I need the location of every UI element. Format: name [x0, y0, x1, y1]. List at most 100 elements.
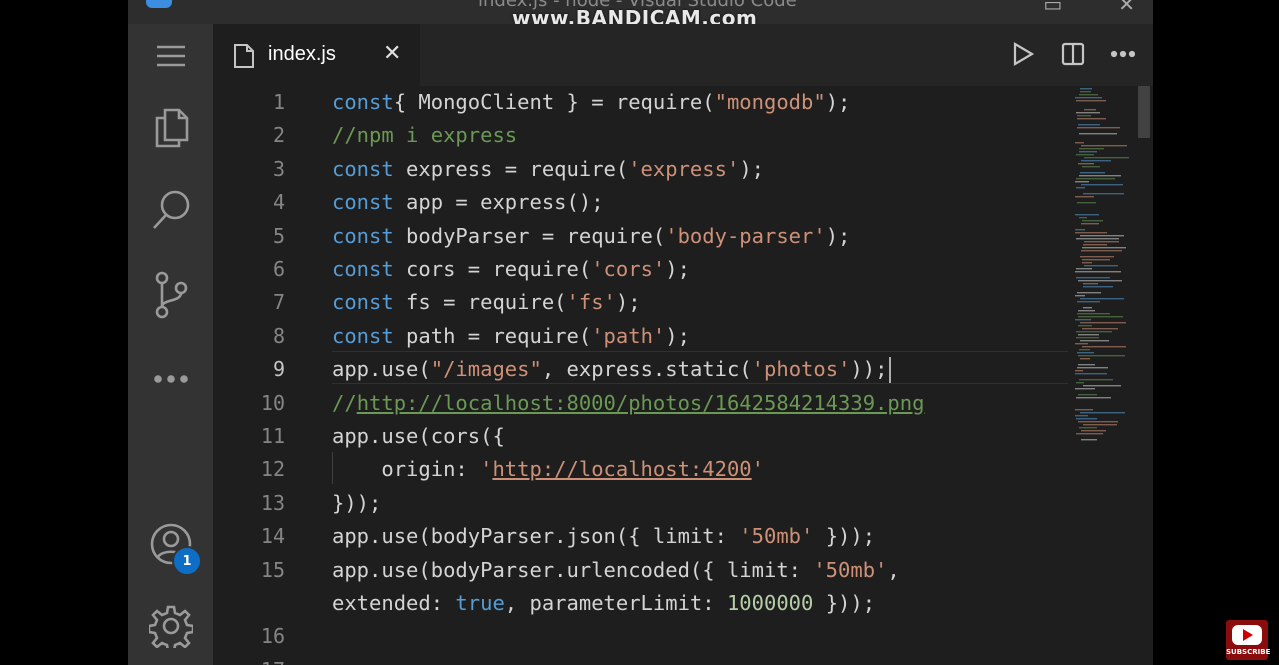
code-token: express = require(: [393, 156, 629, 181]
code-line[interactable]: 16: [213, 620, 1068, 653]
maximize-icon[interactable]: ▭: [1043, 0, 1062, 16]
code-line[interactable]: 14 app.use(bodyParser.json({ limit: '50mb…: [213, 520, 1068, 553]
minimap-line: [1075, 370, 1083, 372]
vscode-logo-icon: [146, 0, 172, 8]
run-icon[interactable]: [1011, 42, 1035, 66]
minimap-line: [1081, 145, 1127, 147]
code-line[interactable]: 5 const bodyParser = require('body-parser…: [213, 220, 1068, 253]
code-line[interactable]: 6 const cors = require('cors');: [213, 253, 1068, 286]
code-token: const: [332, 156, 394, 181]
minimap-line: [1082, 220, 1103, 222]
code-line[interactable]: 11 app.use(cors({: [213, 420, 1068, 453]
minimap-line: [1079, 349, 1090, 351]
code-line[interactable]: 17: [213, 654, 1068, 665]
minimap-line: [1076, 277, 1110, 279]
youtube-subscribe-button[interactable]: SUBSCRIBE: [1226, 620, 1270, 660]
close-tab-icon[interactable]: ✕: [383, 41, 401, 66]
code-token: , express.static(: [541, 357, 752, 382]
minimap-line: [1080, 256, 1114, 258]
minimap-line: [1077, 202, 1096, 204]
text-cursor: [889, 357, 892, 384]
file-icon: [234, 44, 254, 68]
code-token: );: [615, 290, 641, 315]
code-line[interactable]: 4 const app = express();: [213, 186, 1068, 219]
code-text: origin: 'http://localhost:4200': [332, 453, 764, 486]
line-number: 5: [272, 223, 285, 248]
more-icon[interactable]: [128, 364, 213, 394]
minimap-line: [1078, 163, 1094, 165]
code-line[interactable]: 15 app.use(bodyParser.urlencoded({ limit:…: [213, 554, 1068, 587]
minimap-line: [1080, 298, 1124, 300]
minimap-line: [1083, 385, 1121, 387]
line-number: 10: [260, 390, 285, 415]
code-token: ));: [850, 357, 888, 382]
minimap-line: [1077, 118, 1106, 120]
code-token: http://localhost:8000/photos/16425842143…: [356, 390, 925, 415]
code-line[interactable]: 9 app.use("/images", express.static('phot…: [213, 353, 1068, 386]
minimap-line: [1082, 262, 1092, 264]
line-number: 9: [272, 357, 285, 382]
tab-index-js[interactable]: index.js ✕: [213, 24, 420, 86]
minimap-line: [1076, 397, 1111, 399]
minimap-line: [1079, 379, 1113, 381]
minimap-line: [1078, 355, 1125, 357]
code-line[interactable]: 1 const{ MongoClient } = require("mongodb…: [213, 86, 1068, 119]
code-text: }));: [332, 487, 381, 520]
code-token: );: [665, 323, 690, 348]
gear-icon[interactable]: [128, 602, 213, 650]
minimap-line: [1084, 241, 1119, 243]
minimap-line: [1075, 97, 1102, 99]
minimap-line: [1081, 250, 1122, 252]
minimap-line: [1075, 232, 1107, 234]
minimap-line: [1078, 316, 1123, 318]
code-token: app.use(: [332, 357, 431, 382]
source-control-icon[interactable]: [128, 269, 213, 321]
code-token: const: [332, 90, 394, 114]
line-number: 15: [260, 557, 285, 582]
close-window-icon[interactable]: ✕: [1118, 0, 1135, 16]
minimap-line: [1083, 193, 1124, 195]
split-editor-icon[interactable]: [1061, 42, 1085, 66]
scrollbar-thumb[interactable]: [1138, 86, 1150, 138]
minimap-line: [1079, 427, 1097, 429]
search-icon[interactable]: [128, 186, 213, 234]
code-token: cors = require(: [393, 257, 592, 281]
vertical-scrollbar[interactable]: [1136, 86, 1150, 665]
code-line[interactable]: 2 //npm i express: [213, 119, 1068, 152]
code-token: const: [332, 257, 394, 281]
minimap-line: [1079, 94, 1098, 96]
minimap-line: [1079, 151, 1097, 153]
code-token: '50mb': [739, 524, 814, 549]
line-number: 1: [272, 90, 285, 114]
menu-icon[interactable]: [128, 38, 213, 74]
code-token: fs = require(: [393, 290, 567, 315]
code-line[interactable]: extended: true, parameterLimit: 1000000 …: [213, 587, 1068, 620]
explorer-icon[interactable]: [128, 104, 213, 152]
code-token: app.use(bodyParser.urlencoded({ limit:: [332, 557, 814, 582]
code-token: );: [825, 90, 851, 114]
code-token: true: [455, 591, 505, 615]
code-line[interactable]: 10 //http://localhost:8000/photos/1642584…: [213, 387, 1068, 420]
minimap-line: [1080, 412, 1125, 414]
code-line[interactable]: 3 const express = require('express');: [213, 153, 1068, 186]
code-editor[interactable]: 1 const{ MongoClient } = require("mongodb…: [213, 86, 1068, 665]
code-line[interactable]: 7 const fs = require('fs');: [213, 286, 1068, 319]
minimap-line: [1077, 367, 1108, 369]
minimap-line: [1080, 91, 1091, 93]
minimap-line: [1076, 268, 1092, 270]
code-token: const: [332, 190, 394, 215]
code-token: );: [739, 156, 764, 181]
code-line[interactable]: 13}));: [213, 487, 1068, 520]
code-line[interactable]: 8 const path = require('path');: [213, 320, 1068, 353]
tab-bar: index.js ✕: [213, 24, 1153, 86]
tab-label: index.js: [268, 43, 336, 65]
line-number: 4: [272, 190, 285, 215]
code-text: const app = express();: [332, 186, 604, 219]
minimap-line: [1079, 148, 1104, 150]
minimap-line: [1078, 280, 1122, 282]
more-actions-icon[interactable]: [1111, 50, 1135, 58]
code-token: 'path': [591, 323, 666, 348]
code-line[interactable]: 12 origin: 'http://localhost:4200': [213, 453, 1068, 486]
code-token: }));: [813, 591, 876, 615]
minimap[interactable]: [1073, 86, 1133, 446]
